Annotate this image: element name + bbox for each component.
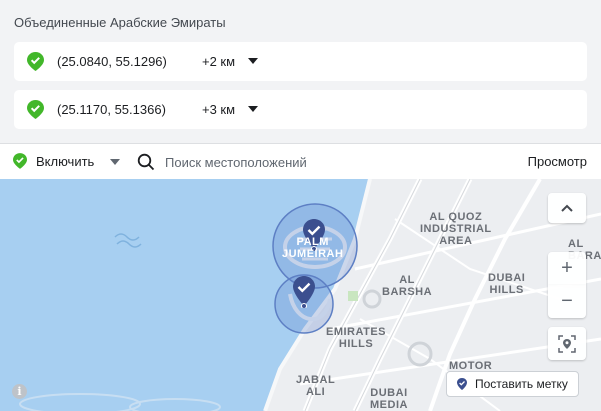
map-label-al-barsha: AL BARSHA (382, 274, 433, 298)
location-radius[interactable]: +2 км (202, 54, 235, 69)
map-label-jabal-ali: JABAL ALI (296, 374, 336, 398)
map-collapse-button[interactable] (548, 193, 586, 223)
included-pin-icon (27, 100, 44, 119)
zoom-out-button[interactable]: − (548, 285, 586, 318)
location-radius[interactable]: +3 км (202, 102, 235, 117)
map[interactable]: PALM JUMEIRAH AL QUOZ INDUSTRIAL AREA AL… (0, 179, 601, 411)
chevron-down-icon[interactable] (110, 159, 120, 165)
chevron-up-icon (561, 204, 573, 212)
preview-link[interactable]: Просмотр (528, 154, 587, 169)
include-dropdown[interactable]: Включить (36, 154, 94, 169)
map-label-dubai-media: DUBAI MEDIA (370, 387, 408, 411)
location-row[interactable]: (25.1170, 55.1366) +3 км (14, 90, 587, 129)
info-icon[interactable]: i (12, 384, 27, 399)
included-pin-icon (27, 52, 44, 71)
drop-pin-button[interactable]: Поставить метку (446, 371, 579, 397)
location-toolbar: Включить Просмотр (0, 143, 601, 179)
map-label-emirates-hills: EMIRATES HILLS (326, 326, 387, 350)
map-label-palm-jumeirah: PALM JUMEIRAH (282, 236, 344, 260)
location-coordinates: (25.1170, 55.1366) (57, 102, 166, 117)
map-label-al-quoz: AL QUOZ INDUSTRIAL AREA (420, 211, 492, 247)
minus-icon: − (561, 290, 573, 312)
plus-icon: + (561, 257, 573, 279)
search-icon (137, 153, 155, 171)
location-coordinates: (25.0840, 55.1296) (57, 54, 167, 69)
radius-dropdown-icon[interactable] (248, 58, 258, 64)
map-locate-button[interactable] (548, 327, 586, 360)
location-pin-icon[interactable] (293, 276, 315, 308)
radius-dropdown-icon[interactable] (248, 106, 258, 112)
pin-icon (457, 378, 467, 390)
include-pin-icon (13, 153, 27, 169)
zoom-in-button[interactable]: + (548, 252, 586, 285)
location-search-input[interactable] (160, 150, 360, 174)
drop-pin-label: Поставить метку (475, 377, 568, 391)
map-label-dubai-hills: DUBAI HILLS (488, 272, 526, 296)
country-title: Объединенные Арабские Эмираты (14, 15, 226, 30)
locations-panel: Объединенные Арабские Эмираты (25.0840, … (0, 0, 601, 143)
location-row[interactable]: (25.0840, 55.1296) +2 км (14, 42, 587, 81)
locate-pin-icon (558, 334, 576, 353)
